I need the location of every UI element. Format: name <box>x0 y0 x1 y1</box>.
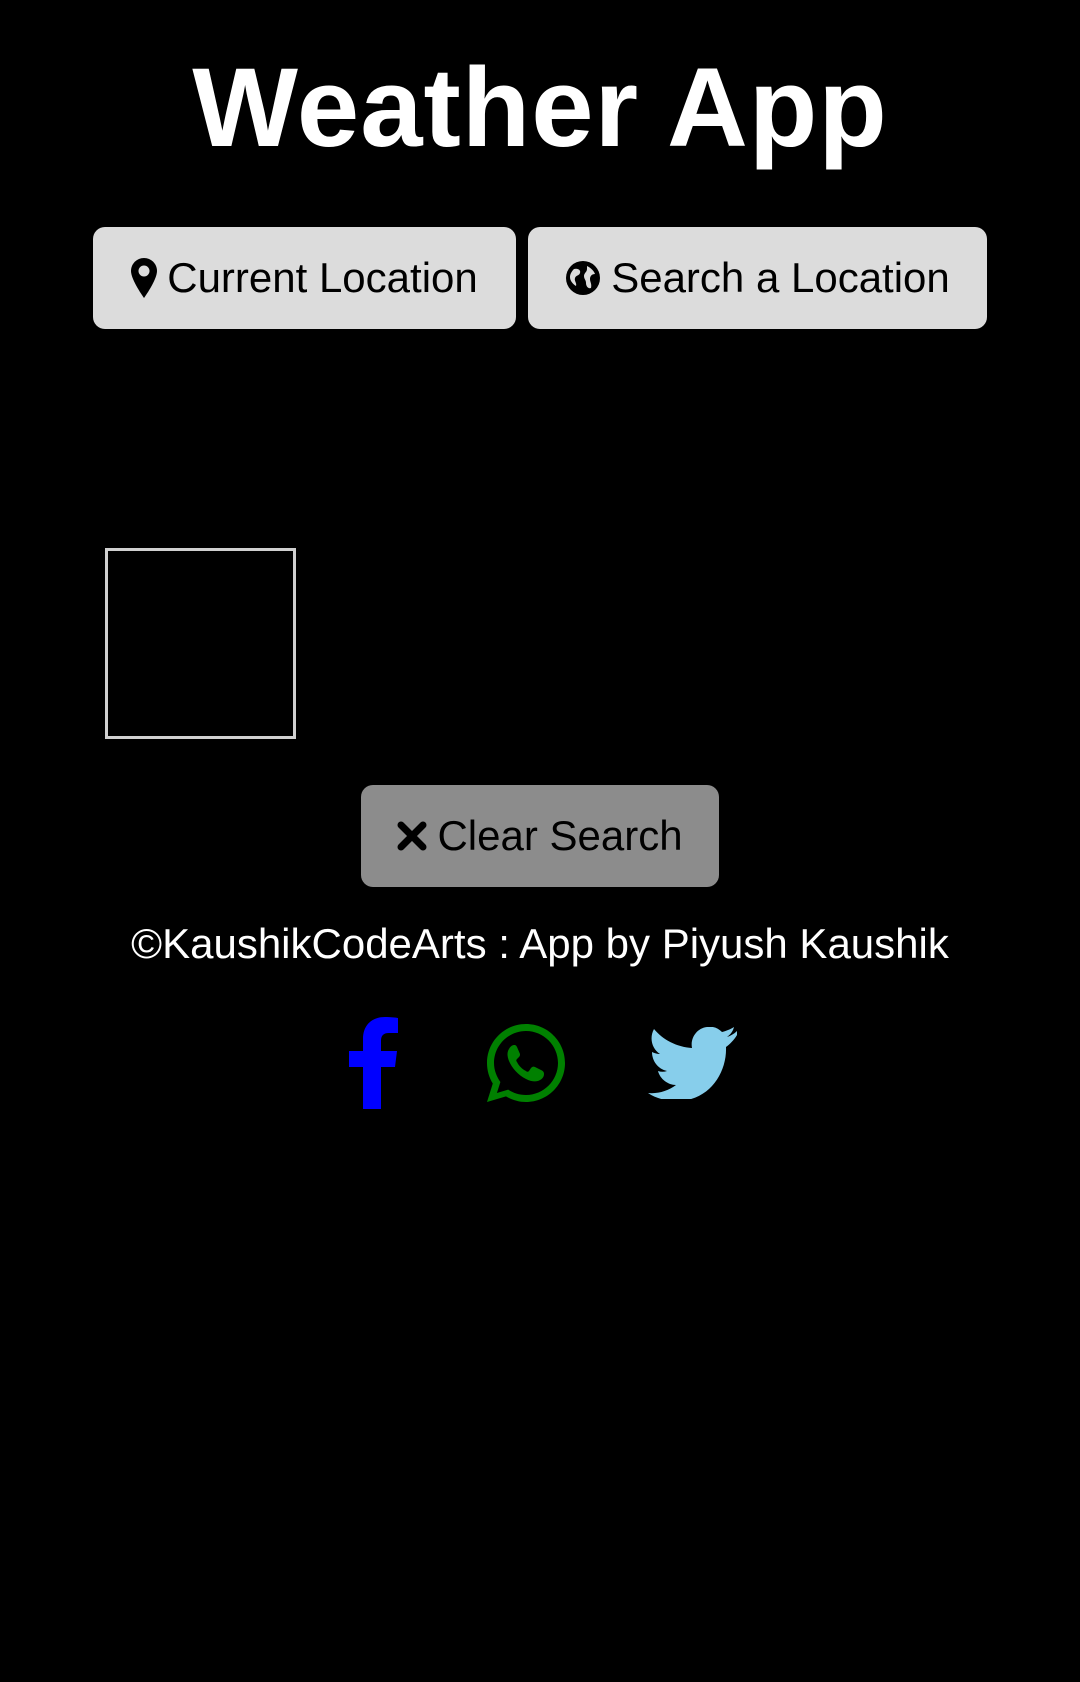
weather-icon-placeholder <box>105 548 296 739</box>
clear-search-button[interactable]: Clear Search <box>361 785 719 887</box>
map-marker-icon <box>131 258 158 298</box>
facebook-icon <box>347 1017 399 1114</box>
globe-icon <box>565 260 601 296</box>
facebook-link[interactable] <box>345 1017 401 1114</box>
twitter-icon <box>647 1026 739 1104</box>
twitter-link[interactable] <box>645 1018 741 1113</box>
current-location-button[interactable]: Current Location <box>93 227 516 329</box>
current-location-label: Current Location <box>167 254 478 301</box>
footer-credit: ©KaushikCodeArts : App by Piyush Kaushik <box>131 920 949 967</box>
close-icon <box>397 821 427 851</box>
search-location-label: Search a Location <box>611 254 950 301</box>
whatsapp-link[interactable] <box>484 1018 568 1113</box>
page-title: Weather App <box>192 45 888 170</box>
clear-search-label: Clear Search <box>437 812 683 859</box>
page: Weather App Current Location Search a Lo… <box>0 0 1080 1682</box>
whatsapp-icon <box>484 1021 568 1110</box>
search-location-button[interactable]: Search a Location <box>528 227 987 329</box>
